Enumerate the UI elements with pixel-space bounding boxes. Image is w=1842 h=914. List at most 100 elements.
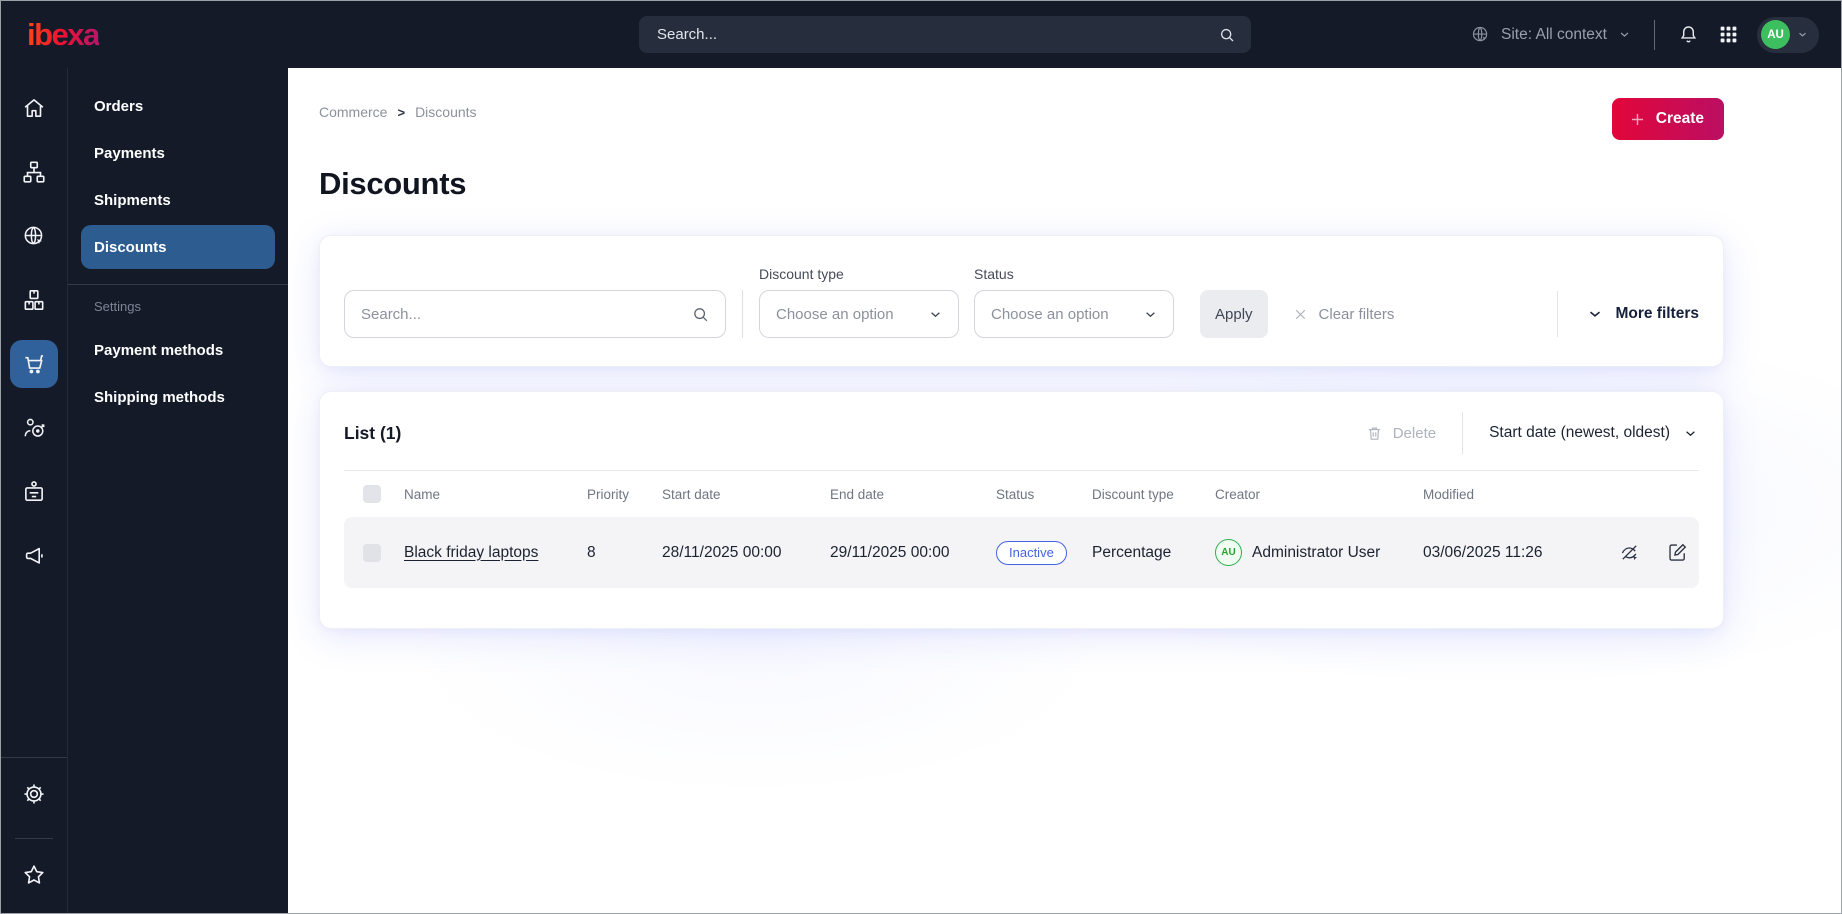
- more-filters-button[interactable]: More filters: [1586, 305, 1699, 323]
- chevron-down-icon: [1142, 306, 1159, 323]
- global-search[interactable]: [639, 16, 1251, 53]
- site-context-selector[interactable]: Site: All context: [1470, 24, 1632, 45]
- filter-search-input[interactable]: [361, 305, 690, 323]
- delete-button[interactable]: Delete: [1365, 424, 1436, 443]
- discount-modified: 03/06/2025 11:26: [1423, 543, 1543, 561]
- sort-dropdown-label: Start date (newest, oldest): [1489, 424, 1670, 441]
- discount-name-link[interactable]: Black friday laptops: [404, 544, 538, 561]
- discount-type-select[interactable]: Choose an option: [759, 290, 959, 338]
- column-header-creator: Creator: [1215, 486, 1261, 502]
- ibexa-logo: ibexa: [27, 17, 100, 52]
- user-avatar: AU: [1761, 20, 1790, 49]
- apply-button[interactable]: Apply: [1200, 290, 1268, 338]
- select-all-checkbox[interactable]: [363, 485, 381, 503]
- site-globe-search-icon: [1470, 24, 1491, 45]
- topbar-divider: [1654, 19, 1655, 50]
- chevron-down-icon: [1586, 305, 1604, 323]
- sort-dropdown[interactable]: Start date (newest, oldest): [1489, 424, 1699, 442]
- table-header: Name Priority Start date End date Status…: [344, 471, 1699, 517]
- table-row: Black friday laptops 8 28/11/2025 00:00 …: [344, 517, 1699, 588]
- x-icon: [1292, 306, 1309, 323]
- app-viewport: ibexa Site: All context: [0, 0, 1842, 914]
- plus-icon: [1628, 110, 1647, 129]
- menu-item-discounts[interactable]: Discounts: [81, 225, 275, 269]
- menu-item-shipping-methods[interactable]: Shipping methods: [81, 375, 275, 419]
- rail-divider: [15, 838, 53, 839]
- commerce-cart-icon[interactable]: [10, 340, 58, 388]
- discount-type-value: Choose an option: [776, 305, 894, 323]
- menu-item-payment-methods[interactable]: Payment methods: [81, 328, 275, 372]
- column-header-discount-type: Discount type: [1092, 486, 1174, 502]
- filter-divider: [742, 290, 743, 338]
- clear-filters-label: Clear filters: [1318, 305, 1395, 323]
- column-header-end-date: End date: [830, 486, 885, 502]
- column-header-name: Name: [404, 486, 441, 502]
- filter-search[interactable]: [344, 290, 726, 338]
- topbar: ibexa Site: All context: [1, 1, 1841, 68]
- list-title: List (1): [344, 422, 402, 443]
- personalization-target-icon[interactable]: [10, 404, 58, 452]
- edit-icon[interactable]: [1665, 541, 1689, 565]
- chevron-down-icon: [927, 306, 944, 323]
- discount-start-date: 28/11/2025 00:00: [662, 543, 782, 561]
- corporate-badge-icon[interactable]: [10, 468, 58, 516]
- content-tree-icon[interactable]: [10, 148, 58, 196]
- discount-type-value-cell: Percentage: [1092, 543, 1172, 561]
- user-menu[interactable]: AU: [1757, 16, 1819, 53]
- chevron-down-icon: [1617, 27, 1632, 42]
- row-checkbox[interactable]: [363, 543, 381, 562]
- menu-item-orders[interactable]: Orders: [81, 84, 275, 128]
- topbar-right-group: Site: All context AU: [1470, 16, 1819, 53]
- delete-button-label: Delete: [1392, 424, 1437, 442]
- column-header-status: Status: [996, 486, 1035, 502]
- main-content: Commerce > Discounts Create Discounts Se…: [288, 68, 1841, 913]
- menu-item-payments[interactable]: Payments: [81, 131, 275, 175]
- create-button-label: Create: [1655, 110, 1704, 127]
- search-icon[interactable]: [690, 304, 711, 325]
- sidebar-rail-bottom: [1, 757, 67, 913]
- toolbar-divider: [1462, 412, 1464, 454]
- page-title: Discounts: [319, 166, 467, 201]
- creator-avatar: AU: [1215, 539, 1242, 566]
- status-badge: Inactive: [996, 540, 1067, 565]
- creator-name: Administrator User: [1252, 543, 1381, 561]
- home-icon[interactable]: [10, 84, 58, 132]
- chevron-down-icon: [1796, 28, 1809, 41]
- search-icon[interactable]: [1217, 25, 1237, 45]
- column-header-start-date: Start date: [662, 486, 721, 502]
- status-value: Choose an option: [991, 305, 1109, 323]
- discount-type-label: Discount type: [759, 266, 844, 282]
- column-header-priority: Priority: [587, 486, 630, 502]
- breadcrumb-separator: >: [397, 104, 406, 120]
- discounts-list-panel: List (1) Delete Start date (newest, olde…: [319, 391, 1724, 629]
- column-header-modified: Modified: [1423, 486, 1475, 502]
- site-globe-icon[interactable]: [10, 212, 58, 260]
- breadcrumb-commerce[interactable]: Commerce: [319, 104, 387, 120]
- status-select[interactable]: Choose an option: [974, 290, 1174, 338]
- sidebar-icon-rail: [1, 68, 68, 913]
- menu-section-settings-label: Settings: [94, 299, 141, 314]
- clear-filters-button[interactable]: Clear filters: [1292, 290, 1395, 338]
- menu-divider: [68, 284, 288, 285]
- menu-item-shipments[interactable]: Shipments: [81, 178, 275, 222]
- marketing-megaphone-icon[interactable]: [10, 532, 58, 580]
- settings-gear-icon[interactable]: [10, 770, 58, 818]
- app-grid-icon[interactable]: [1718, 24, 1739, 45]
- product-boxes-icon[interactable]: [10, 276, 58, 324]
- global-search-input[interactable]: [657, 26, 1217, 43]
- create-button[interactable]: Create: [1611, 98, 1724, 140]
- filters-panel: Discount type Choose an option Status Ch…: [319, 235, 1724, 367]
- more-filters-label: More filters: [1615, 305, 1699, 322]
- discount-priority: 8: [587, 543, 596, 561]
- notifications-bell-icon[interactable]: [1677, 23, 1700, 46]
- rail-divider: [1, 757, 67, 758]
- bookmarks-star-icon[interactable]: [10, 851, 58, 899]
- status-label: Status: [974, 266, 1014, 282]
- discount-end-date: 29/11/2025 00:00: [830, 543, 950, 561]
- preview-crossed-icon[interactable]: [1617, 541, 1641, 565]
- commerce-menu-panel: Orders Payments Shipments Discounts Sett…: [68, 68, 288, 913]
- filter-divider: [1557, 291, 1559, 337]
- chevron-down-icon: [1682, 425, 1699, 442]
- breadcrumb: Commerce > Discounts: [319, 98, 477, 120]
- breadcrumb-discounts: Discounts: [415, 104, 477, 120]
